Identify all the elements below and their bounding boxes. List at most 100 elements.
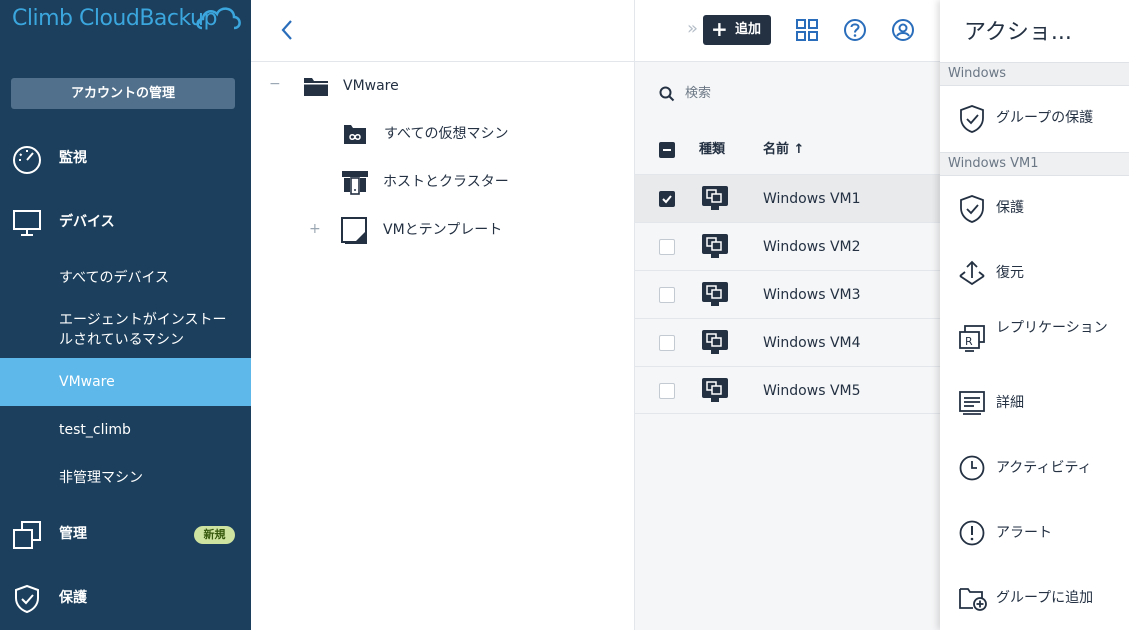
nav-unmanaged-machines-label: 非管理マシン <box>59 470 143 486</box>
tree-panel: − VMware すべての仮想マシン ホストとクラスター + VMとテンプレート <box>251 0 635 630</box>
vm-name: Windows VM2 <box>763 239 861 255</box>
logo: Climb CloudBackup <box>10 2 242 38</box>
vm-name: Windows VM1 <box>763 191 861 207</box>
nav-machines-with-agents[interactable]: エージェントがインストールされているマシン <box>0 302 251 358</box>
replication-icon: R <box>959 325 985 352</box>
nav-vmware-label: VMware <box>59 374 115 390</box>
tree-expand-toggle[interactable]: + <box>309 221 321 237</box>
row-checkbox[interactable] <box>659 335 675 351</box>
nav-devices-label: デバイス <box>59 214 115 230</box>
table-row[interactable]: Windows VM3 <box>635 270 940 318</box>
tree-node-vm-templates-label: VMとテンプレート <box>383 222 503 238</box>
logo-text: Climb CloudBackup <box>12 6 217 31</box>
shield-icon <box>15 584 39 614</box>
vm-folder-infinity-icon <box>344 125 366 144</box>
nav-management[interactable]: 管理 新規 <box>0 510 251 558</box>
virtual-machine-icon <box>702 378 728 402</box>
clock-icon <box>959 455 985 481</box>
actions-panel: アクショ... Windows グループの保護 Windows VM1 保護 復… <box>940 0 1129 630</box>
nav-test-climb[interactable]: test_climb <box>0 406 251 454</box>
tree-node-vmware-label: VMware <box>343 78 399 94</box>
svg-text:R: R <box>965 335 973 348</box>
checkmark-icon <box>662 195 672 204</box>
row-checkbox[interactable] <box>659 287 675 303</box>
row-checkbox[interactable] <box>659 383 675 399</box>
tree-collapse-toggle[interactable]: − <box>269 76 281 92</box>
grid-icon[interactable] <box>795 18 819 42</box>
nav-vmware[interactable]: VMware <box>0 358 251 406</box>
alert-icon <box>959 520 985 546</box>
help-icon[interactable] <box>843 18 867 42</box>
virtual-machine-icon <box>702 234 728 258</box>
table-row[interactable]: Windows VM2 <box>635 222 940 270</box>
search-field[interactable]: 検索 <box>659 80 919 108</box>
sidebar: Climb CloudBackup アカウントの管理 監視 デバイス すべてのデ… <box>0 0 251 630</box>
tree-node-hosts-clusters[interactable]: ホストとクラスター <box>251 164 634 200</box>
action-restore[interactable]: 復元 <box>940 241 1129 305</box>
actions-section-windows: Windows <box>940 62 1129 86</box>
restore-icon <box>959 260 985 286</box>
select-all-checkbox[interactable] <box>659 142 675 158</box>
nav-monitor[interactable]: 監視 <box>0 134 251 182</box>
management-squares-icon <box>13 521 41 549</box>
action-protect-label: 保護 <box>996 200 1024 216</box>
tree-node-vm-templates[interactable]: + VMとテンプレート <box>251 212 634 248</box>
action-alert-label: アラート <box>996 525 1052 541</box>
action-activity-label: アクティビティ <box>996 460 1092 476</box>
nav-monitor-label: 監視 <box>59 150 87 166</box>
table-row[interactable]: Windows VM1 <box>635 174 940 222</box>
tree-header <box>251 0 634 62</box>
tree-node-vmware[interactable]: − VMware <box>251 68 634 104</box>
top-toolbar: » + 追加 <box>635 0 940 62</box>
row-checkbox[interactable] <box>659 239 675 255</box>
add-button-label: 追加 <box>735 22 762 37</box>
cloud-logo-icon <box>196 7 241 30</box>
virtual-machine-icon <box>702 282 728 306</box>
action-activity[interactable]: アクティビティ <box>940 436 1129 500</box>
nav-management-label: 管理 <box>59 526 87 542</box>
nav-all-devices[interactable]: すべてのデバイス <box>0 254 251 302</box>
action-group-protect[interactable]: グループの保護 <box>940 86 1129 150</box>
account-management-button[interactable]: アカウントの管理 <box>11 78 235 109</box>
details-icon <box>959 391 985 415</box>
indeterminate-icon <box>663 149 671 151</box>
shield-check-icon <box>960 105 984 133</box>
vm-name: Windows VM3 <box>763 287 861 303</box>
action-replication-label: レプリケーション <box>996 320 1108 336</box>
nav-protection-label: 保護 <box>59 590 87 606</box>
row-checkbox[interactable] <box>659 191 675 207</box>
plus-icon: + <box>711 17 728 41</box>
back-chevron-icon[interactable] <box>277 18 297 42</box>
folder-add-icon <box>959 588 987 611</box>
nav-machines-with-agents-label: エージェントがインストールされているマシン <box>59 312 227 348</box>
action-add-to-group-label: グループに追加 <box>996 590 1094 606</box>
action-alert[interactable]: アラート <box>940 501 1129 565</box>
nav-protection[interactable]: 保護 <box>0 574 251 622</box>
action-restore-label: 復元 <box>996 265 1024 281</box>
actions-title: アクショ... <box>964 20 1072 45</box>
nav-unmanaged-machines[interactable]: 非管理マシン <box>0 454 251 502</box>
user-account-icon[interactable] <box>891 18 915 42</box>
add-button[interactable]: + 追加 <box>703 15 771 45</box>
nav-devices[interactable]: デバイス <box>0 198 251 246</box>
action-replication[interactable]: R レプリケーション <box>940 306 1129 370</box>
list-header: 種類 名前 ↑ <box>635 126 940 174</box>
new-badge: 新規 <box>194 526 235 544</box>
action-group-protect-label: グループの保護 <box>996 110 1094 126</box>
nav-test-climb-label: test_climb <box>59 422 131 438</box>
vm-name: Windows VM5 <box>763 383 861 399</box>
speedometer-icon <box>13 146 41 174</box>
column-header-name[interactable]: 名前 ↑ <box>763 126 804 174</box>
action-details[interactable]: 詳細 <box>940 371 1129 435</box>
expand-chevrons-icon[interactable]: » <box>687 18 698 39</box>
tree-node-hosts-clusters-label: ホストとクラスター <box>383 174 509 190</box>
column-header-type[interactable]: 種類 <box>699 126 725 174</box>
action-protect[interactable]: 保護 <box>940 176 1129 240</box>
tree-node-all-vms[interactable]: すべての仮想マシン <box>251 116 634 152</box>
vm-template-icon <box>341 217 367 244</box>
table-row[interactable]: Windows VM5 <box>635 366 940 414</box>
action-add-to-group[interactable]: グループに追加 <box>940 566 1129 630</box>
table-row[interactable]: Windows VM4 <box>635 318 940 366</box>
monitor-icon <box>13 210 41 236</box>
tree-node-all-vms-label: すべての仮想マシン <box>384 126 509 142</box>
